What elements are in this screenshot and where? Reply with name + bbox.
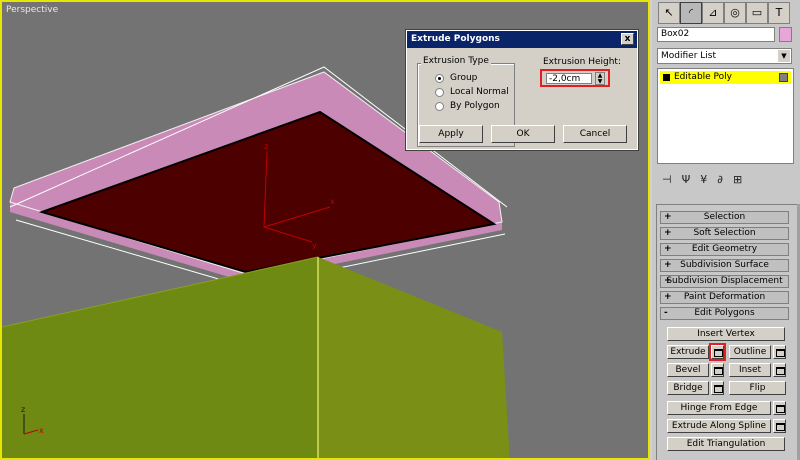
rollout-label: Paint Deformation — [683, 292, 766, 302]
rollout-label: Subdivision Surface — [680, 260, 769, 270]
rollout-toggle: + — [664, 212, 672, 222]
gizmo-y-label: y — [312, 241, 317, 250]
object-name-field[interactable]: Box02 — [657, 27, 775, 42]
rollout-label: Edit Geometry — [691, 244, 758, 254]
rollout-label: Edit Polygons — [694, 308, 755, 318]
make-unique-icon[interactable]: ¥ — [700, 173, 707, 186]
gizmo-x-label: x — [330, 197, 335, 206]
command-panel: ↖ ◜ ⊿ ◎ ▭ T Box02 Modifier List ▼ Editab… — [652, 0, 800, 460]
inset-settings-icon[interactable] — [773, 363, 786, 377]
extrusion-height-label: Extrusion Height: — [543, 57, 621, 67]
stack-item-editable-poly[interactable]: Editable Poly — [660, 71, 791, 84]
expand-icon[interactable] — [663, 74, 670, 81]
radio-group-label: Group — [450, 73, 478, 83]
object-color-swatch[interactable] — [779, 27, 792, 42]
hinge-settings-icon[interactable] — [773, 401, 786, 415]
extrude-along-spline-button[interactable]: Extrude Along Spline — [667, 419, 771, 433]
rollout-panel: + Selection + Soft Selection + Edit Geometr… — [656, 204, 798, 460]
extrusion-height-input[interactable]: -2,0cm — [546, 73, 592, 84]
rollout-edit-polygons[interactable]: - Edit Polygons — [660, 307, 789, 320]
bridge-settings-icon[interactable] — [711, 381, 724, 395]
rollout-toggle: - — [664, 308, 668, 318]
dialog-titlebar[interactable]: Extrude Polygons x — [407, 31, 637, 48]
extrusion-type-title: Extrusion Type — [421, 56, 491, 66]
rollout-subdivision-surface[interactable]: + Subdivision Surface — [660, 259, 789, 272]
pin-stack-icon[interactable]: ⊣ — [662, 173, 672, 186]
bridge-button[interactable]: Bridge — [667, 381, 709, 395]
cancel-button[interactable]: Cancel — [563, 125, 627, 143]
outline-button[interactable]: Outline — [729, 345, 771, 359]
flip-button[interactable]: Flip — [729, 381, 786, 395]
modifier-stack: Editable Poly — [657, 68, 794, 164]
rollout-toggle: + — [664, 260, 672, 270]
radio-local-normal-dot[interactable] — [435, 87, 444, 97]
modify-tab-icon[interactable]: ◜ — [680, 2, 702, 24]
tripod-x-label: x — [39, 426, 44, 435]
rollout-label: Selection — [703, 212, 746, 222]
apply-button[interactable]: Apply — [419, 125, 483, 143]
extrude-button[interactable]: Extrude — [667, 345, 709, 359]
utilities-tab-icon[interactable]: T — [768, 2, 790, 24]
rollout-edit-geometry[interactable]: + Edit Geometry — [660, 243, 789, 256]
close-button[interactable]: x — [621, 33, 634, 45]
radio-local-normal-label: Local Normal — [450, 87, 509, 97]
dialog-title: Extrude Polygons — [411, 34, 500, 44]
hierarchy-tab-icon[interactable]: ⊿ — [702, 2, 724, 24]
box-left-face — [2, 257, 318, 458]
create-tab-icon[interactable]: ↖ — [658, 2, 680, 24]
stack-tools: ⊣ Ψ ¥ ∂ ⊞ — [662, 173, 742, 186]
insert-vertex-button[interactable]: Insert Vertex — [667, 327, 785, 341]
chevron-down-icon[interactable]: ▼ — [778, 50, 790, 62]
rollout-selection[interactable]: + Selection — [660, 211, 789, 224]
modifier-list-label: Modifier List — [661, 51, 716, 61]
remove-modifier-icon[interactable]: ∂ — [717, 173, 723, 186]
radio-by-polygon[interactable]: By Polygon — [435, 101, 500, 111]
hinge-from-edge-button[interactable]: Hinge From Edge — [667, 401, 771, 415]
rollout-label: Subdivision Displacement — [666, 276, 783, 286]
rollout-paint-deformation[interactable]: + Paint Deformation — [660, 291, 789, 304]
rollout-label: Soft Selection — [693, 228, 756, 238]
rollout-toggle: + — [664, 276, 672, 286]
outline-settings-icon[interactable] — [773, 345, 786, 359]
rollout-toggle: + — [664, 244, 672, 254]
radio-group[interactable]: Group — [435, 73, 477, 83]
panel-tabs: ↖ ◜ ⊿ ◎ ▭ T — [658, 2, 790, 24]
edit-triangulation-button[interactable]: Edit Triangulation — [667, 437, 785, 451]
configure-sets-icon[interactable]: ⊞ — [733, 173, 742, 186]
radio-by-polygon-dot[interactable] — [435, 101, 444, 111]
toggle-icon[interactable] — [779, 73, 788, 82]
rollout-subdivision-displacement[interactable]: + Subdivision Displacement — [660, 275, 789, 288]
show-end-result-icon[interactable]: Ψ — [682, 173, 691, 186]
viewport-label[interactable]: Perspective — [6, 5, 58, 15]
ok-button[interactable]: OK — [491, 125, 555, 143]
extrusion-height-highlight: -2,0cm ▲ ▼ — [540, 69, 610, 87]
inset-button[interactable]: Inset — [729, 363, 771, 377]
extrude-spline-settings-icon[interactable] — [773, 419, 786, 433]
extrude-polygons-dialog: Extrude Polygons x Extrusion Type Group … — [405, 29, 639, 151]
tripod-z-label: z — [21, 405, 25, 414]
box-right-face — [318, 257, 510, 458]
bevel-settings-icon[interactable] — [711, 363, 724, 377]
display-tab-icon[interactable]: ▭ — [746, 2, 768, 24]
extrusion-height-spinner[interactable]: ▲ ▼ — [595, 72, 605, 85]
app-window: z x y z x Perspective Extrude Polygons x… — [0, 0, 800, 460]
extrude-settings-icon[interactable] — [709, 343, 726, 361]
bevel-button[interactable]: Bevel — [667, 363, 709, 377]
rollout-toggle: + — [664, 228, 672, 238]
rollout-toggle: + — [664, 292, 672, 302]
gizmo-z-label: z — [264, 142, 268, 151]
radio-by-polygon-label: By Polygon — [450, 101, 500, 111]
motion-tab-icon[interactable]: ◎ — [724, 2, 746, 24]
radio-local-normal[interactable]: Local Normal — [435, 87, 509, 97]
radio-group-dot[interactable] — [435, 73, 444, 83]
stack-item-label: Editable Poly — [674, 72, 732, 82]
modifier-list-dropdown[interactable]: Modifier List ▼ — [657, 48, 792, 64]
rollout-soft-selection[interactable]: + Soft Selection — [660, 227, 789, 240]
